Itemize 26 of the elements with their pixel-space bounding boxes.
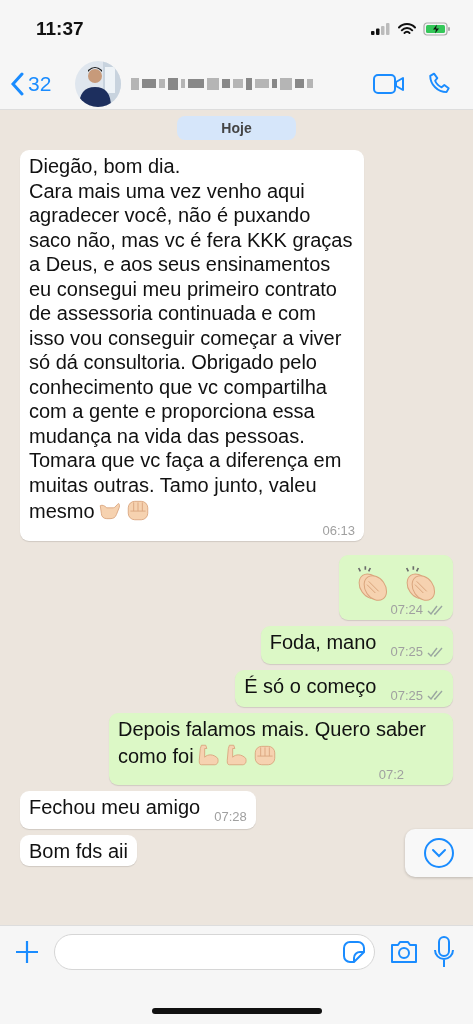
status-time: 11:37 [36,18,85,40]
message-text: Bom fds aii [29,838,128,863]
wifi-icon [398,22,416,36]
chevron-down-circle-icon[interactable] [423,837,455,869]
date-chip: Hoje [177,116,296,140]
sticker-icon[interactable] [342,940,366,964]
message-time: 07:25 [390,686,423,705]
microphone-button[interactable] [433,936,455,968]
message-text: Fechou meu amigo [29,795,201,820]
message-time: 06:13 [322,523,355,538]
message-text: Depois falamos mais. Quero saber como foi [118,717,427,768]
signal-icon [371,23,391,35]
message-text: Foda, mano [269,630,377,655]
message-time: 07:25 [390,643,423,661]
message-text: Diegão, bom dia. Cara mais uma vez venho aqui agradecer você, não é puxando saco não, mas vc é fera KKK graças a Deus, e aos seus ensinamentos eu consegui meu primeiro contrato de assessoria continuada e com isso vou conseguir começar a viver só dá consultoria. Obrigado pelo conhecimento que vc compartilha com a gente e proporciona essa mudança na vida das pessoas. Tomara que vc faça a diferença em muitas outras. Tamo junto, valeu mesmo [29,154,354,524]
camera-button[interactable] [389,939,419,965]
message-time: 07:2 [378,768,404,782]
battery-charging-icon [423,22,451,36]
message-time: 07:24 [390,603,423,617]
add-button[interactable] [14,939,40,965]
chevron-left-icon[interactable] [10,71,24,96]
back-button[interactable]: 32 [10,71,52,96]
message-time: 07:28 [214,808,247,826]
scroll-down-button[interactable] [405,829,473,877]
message-text: É só o começo [244,673,377,698]
message-input-field[interactable] [54,934,375,970]
